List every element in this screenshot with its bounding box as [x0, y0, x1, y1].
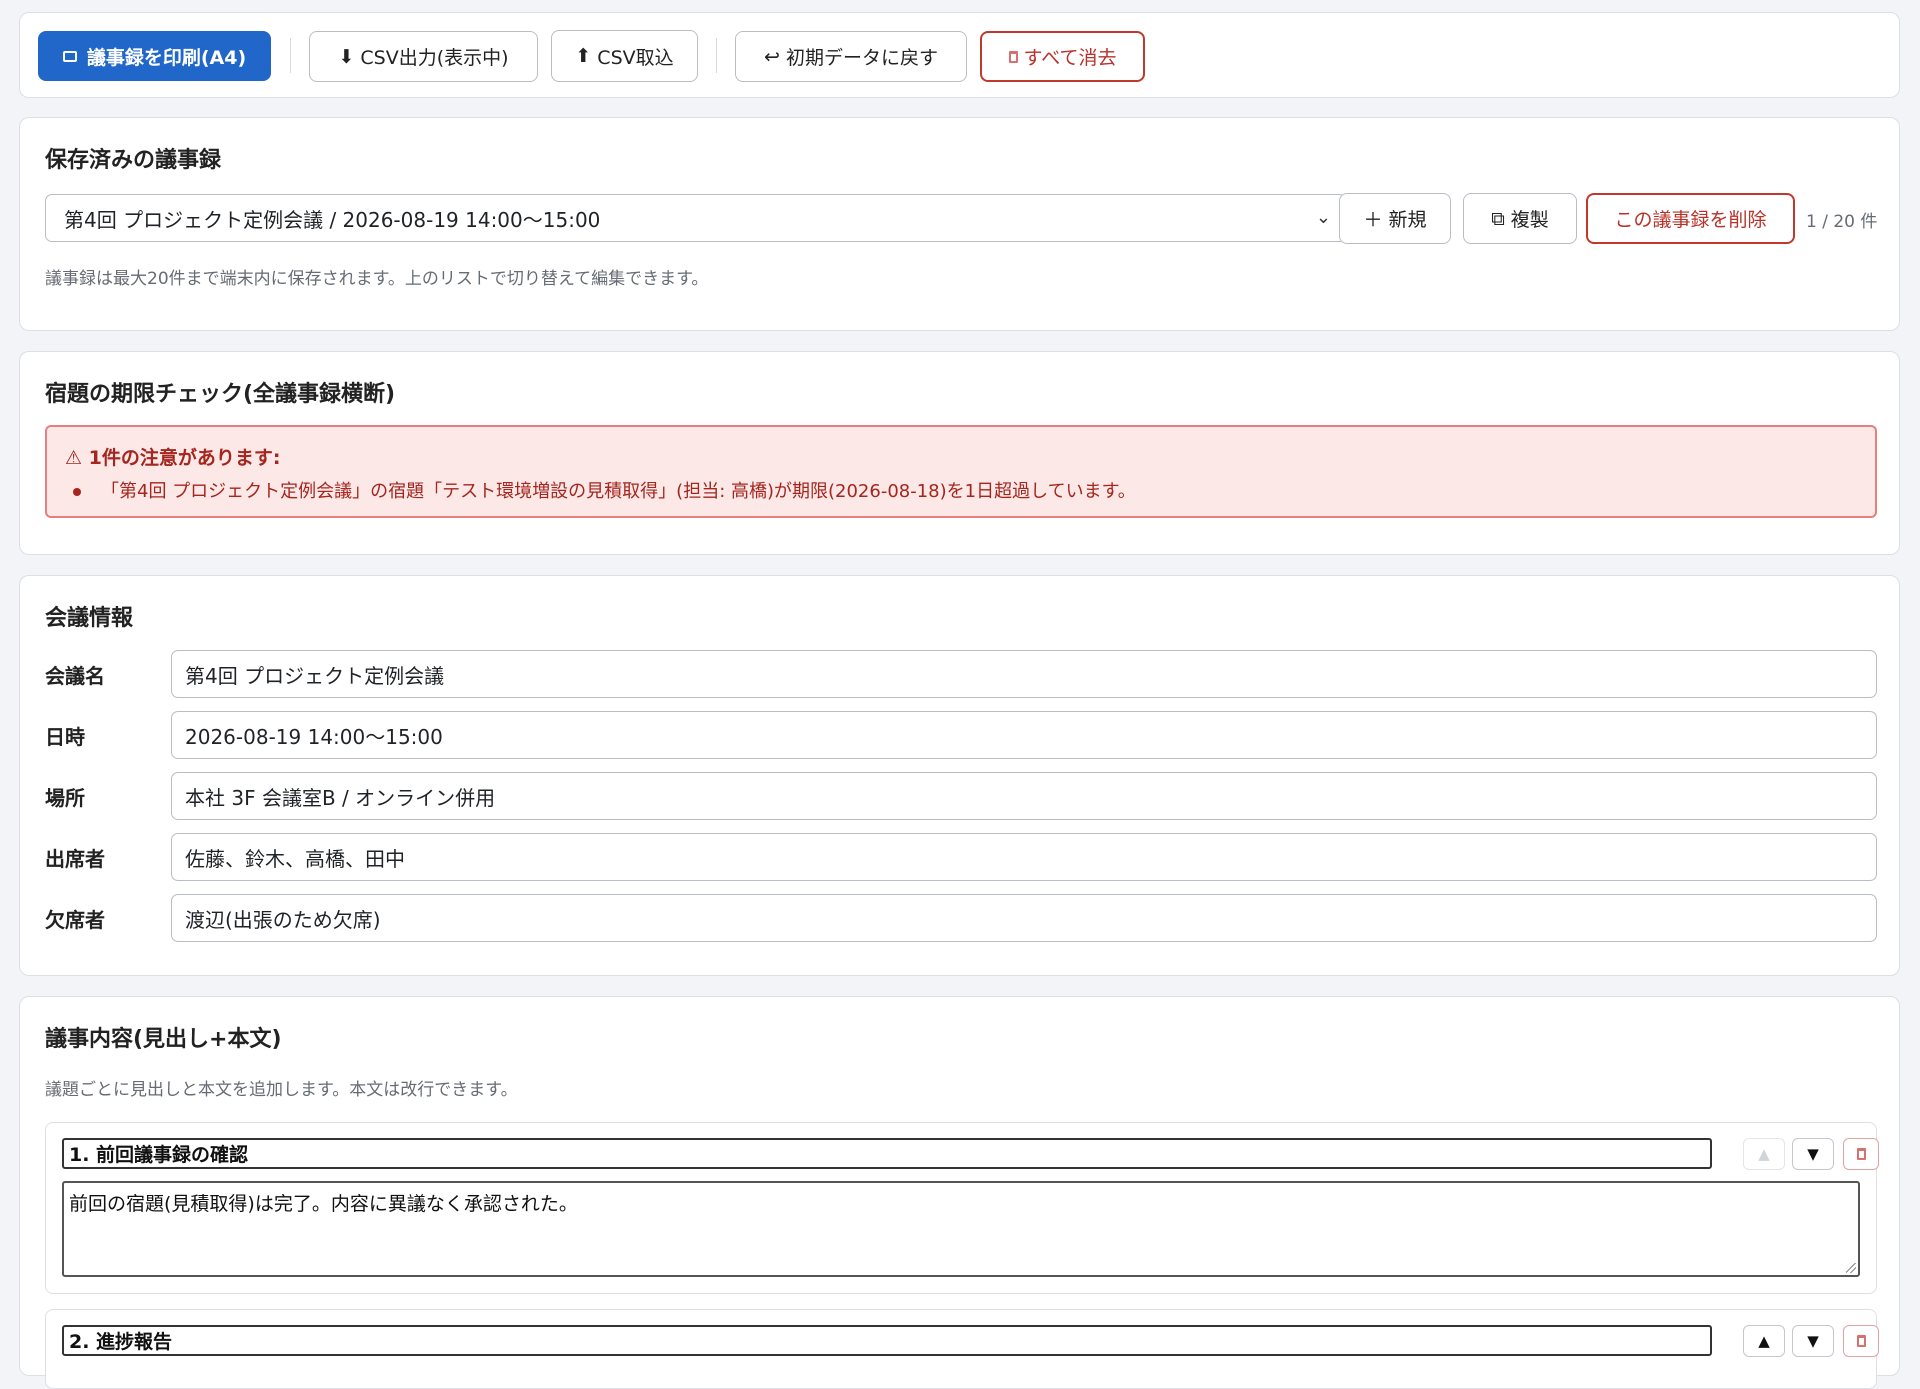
download-arrow-icon: ⬇	[338, 45, 355, 68]
agenda-title: 議事内容(見出し+本文)	[45, 1027, 282, 1052]
delete-agenda-button[interactable]	[1843, 1325, 1879, 1357]
clear-all-label: すべて消去	[1023, 47, 1117, 69]
triangle-down-icon: ▼	[1807, 1332, 1819, 1350]
trash-icon	[1008, 50, 1018, 63]
minutes-select[interactable]: 第4回 プロジェクト定例会議 / 2026-08-19 14:00〜15:00 …	[45, 194, 1346, 242]
meeting-name-field[interactable]: 第4回 プロジェクト定例会議	[171, 650, 1877, 698]
minutes-select-value: 第4回 プロジェクト定例会議 / 2026-08-19 14:00〜15:00	[64, 207, 601, 232]
attendees-field[interactable]: 佐藤、鈴木、高橋、田中	[171, 833, 1877, 881]
print-button[interactable]: 議事録を印刷(A4)	[38, 31, 271, 81]
deadline-alert: ⚠ 1件の注意があります: 「第4回 プロジェクト定例会議」の宿題「テスト環境増…	[45, 425, 1877, 518]
print-button-label: 議事録を印刷(A4)	[86, 46, 247, 69]
saved-minutes-card: 保存済みの議事録 第4回 プロジェクト定例会議 / 2026-08-19 14:…	[19, 117, 1900, 331]
chevron-down-icon: ⌄	[1315, 207, 1331, 228]
delete-agenda-button[interactable]	[1843, 1138, 1879, 1170]
move-up-button[interactable]: ▲	[1743, 1138, 1785, 1170]
toolbar: 議事録を印刷(A4) ⬇ CSV出力(表示中) ⬆ CSV取込 ↩ 初期データに…	[19, 12, 1900, 98]
saved-minutes-hint: 議事録は最大20件まで端末内に保存されます。上のリストで切り替えて編集できます。	[45, 269, 709, 289]
meeting-name-label: 会議名	[45, 664, 105, 688]
meeting-info-title: 会議情報	[45, 606, 134, 631]
agenda-body-value: 前回の宿題(見積取得)は完了。内容に異議なく承認された。	[69, 1193, 578, 1215]
printer-icon	[62, 50, 77, 62]
absentees-label: 欠席者	[45, 908, 105, 932]
meeting-name-value: 第4回 プロジェクト定例会議	[185, 663, 445, 688]
new-minutes-label: 新規	[1388, 209, 1427, 231]
delete-minutes-button[interactable]: この議事録を削除	[1586, 193, 1795, 244]
meeting-datetime-value: 2026-08-19 14:00〜15:00	[185, 724, 443, 749]
trash-icon	[1856, 1148, 1866, 1160]
meeting-info-card: 会議情報 会議名 第4回 プロジェクト定例会議 日時 2026-08-19 14…	[19, 575, 1900, 976]
bullet-icon	[73, 488, 81, 496]
csv-import-button[interactable]: ⬆ CSV取込	[551, 30, 698, 82]
alert-title: ⚠ 1件の注意があります:	[65, 443, 281, 470]
move-up-button[interactable]: ▲	[1743, 1325, 1785, 1357]
trash-icon	[1856, 1335, 1866, 1347]
attendees-label: 出席者	[45, 847, 105, 871]
plus-icon: ＋	[1363, 209, 1383, 231]
deadline-check-title: 宿題の期限チェック(全議事録横断)	[45, 382, 396, 407]
agenda-heading-input[interactable]: 2. 進捗報告	[62, 1325, 1712, 1356]
clear-all-button[interactable]: すべて消去	[980, 31, 1145, 82]
delete-minutes-label: この議事録を削除	[1614, 209, 1767, 231]
duplicate-minutes-button[interactable]: ⧉ 複製	[1463, 193, 1577, 244]
deadline-check-card: 宿題の期限チェック(全議事録横断) ⚠ 1件の注意があります: 「第4回 プロジ…	[19, 351, 1900, 555]
meeting-datetime-field[interactable]: 2026-08-19 14:00〜15:00	[171, 711, 1877, 759]
agenda-heading-value: 1. 前回議事録の確認	[69, 1144, 249, 1166]
csv-export-button[interactable]: ⬇ CSV出力(表示中)	[309, 31, 538, 82]
triangle-down-icon: ▼	[1807, 1145, 1819, 1163]
meeting-location-label: 場所	[45, 786, 85, 810]
agenda-heading-input[interactable]: 1. 前回議事録の確認	[62, 1138, 1712, 1169]
move-down-button[interactable]: ▼	[1792, 1138, 1834, 1170]
reset-button[interactable]: ↩ 初期データに戻す	[735, 31, 967, 82]
upload-arrow-icon: ⬆	[575, 45, 592, 67]
absentees-field[interactable]: 渡辺(出張のため欠席)	[171, 894, 1877, 942]
duplicate-minutes-label: 複製	[1510, 209, 1549, 231]
agenda-hint: 議題ごとに見出しと本文を追加します。本文は改行できます。	[45, 1080, 518, 1100]
saved-minutes-title: 保存済みの議事録	[45, 148, 222, 173]
resize-grip-icon[interactable]	[1846, 1263, 1856, 1273]
agenda-heading-value: 2. 進捗報告	[69, 1331, 173, 1353]
agenda-item: 1. 前回議事録の確認 ▲ ▼ 前回の宿題(見積取得)は完了。内容に異議なく承認…	[45, 1122, 1879, 1294]
triangle-up-icon: ▲	[1758, 1332, 1770, 1350]
meeting-location-value: 本社 3F 会議室B / オンライン併用	[185, 785, 496, 810]
return-arrow-icon: ↩	[764, 45, 780, 68]
toolbar-divider	[290, 38, 291, 73]
meeting-location-field[interactable]: 本社 3F 会議室B / オンライン併用	[171, 772, 1877, 820]
csv-import-label: CSV取込	[597, 46, 674, 69]
agenda-card: 議事内容(見出し+本文) 議題ごとに見出しと本文を追加します。本文は改行できます…	[19, 996, 1900, 1389]
triangle-up-icon: ▲	[1758, 1145, 1770, 1163]
attendees-value: 佐藤、鈴木、高橋、田中	[185, 846, 405, 871]
new-minutes-button[interactable]: ＋ 新規	[1339, 193, 1451, 244]
absentees-value: 渡辺(出張のため欠席)	[185, 907, 381, 932]
toolbar-divider	[716, 38, 717, 73]
warning-icon: ⚠	[65, 447, 83, 469]
reset-label: 初期データに戻す	[785, 47, 938, 69]
agenda-item: 2. 進捗報告 ▲ ▼	[45, 1309, 1879, 1389]
agenda-body-textarea[interactable]: 前回の宿題(見積取得)は完了。内容に異議なく承認された。	[62, 1181, 1860, 1277]
alert-item: 「第4回 プロジェクト定例会議」の宿題「テスト環境増設の見積取得」(担当: 高橋…	[73, 477, 1136, 503]
copy-icon: ⧉	[1491, 207, 1505, 230]
csv-export-label: CSV出力(表示中)	[360, 47, 509, 69]
alert-item-text: 「第4回 プロジェクト定例会議」の宿題「テスト環境増設の見積取得」(担当: 高橋…	[101, 481, 1136, 502]
move-down-button[interactable]: ▼	[1792, 1325, 1834, 1357]
alert-title-text: 1件の注意があります:	[88, 447, 281, 469]
minutes-count: 1 / 20 件	[1806, 212, 1878, 232]
meeting-datetime-label: 日時	[45, 725, 85, 749]
